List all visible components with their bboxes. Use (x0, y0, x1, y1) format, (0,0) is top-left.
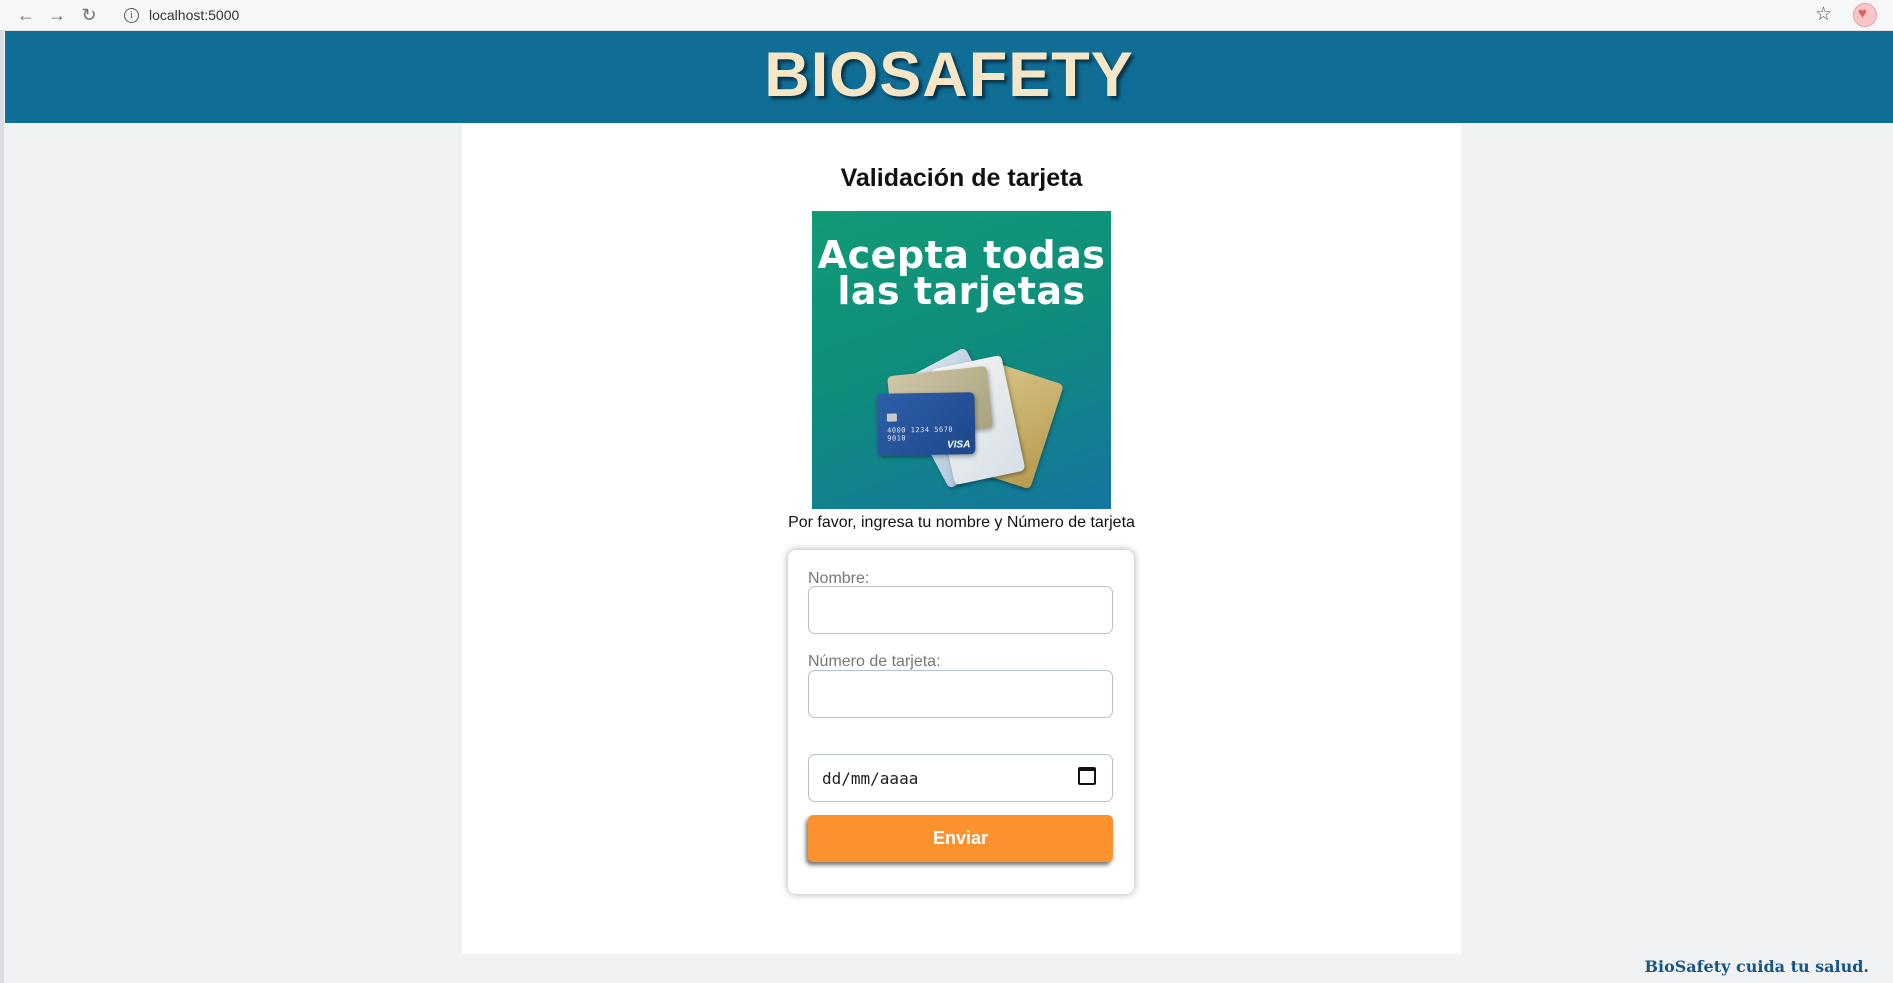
browser-toolbar: ← → ↻ i localhost:5000 ☆ (0, 0, 1893, 31)
promo-headline-line2: las tarjetas (837, 269, 1086, 313)
back-icon[interactable]: ← (16, 5, 36, 25)
promo-headline: Acepta todas las tarjetas (812, 233, 1111, 313)
card-number-input[interactable] (808, 670, 1113, 718)
card-validation-form: Nombre: Número de tarjeta: dd/mm/aaaa En… (788, 550, 1134, 894)
bookmark-star-icon[interactable]: ☆ (1815, 4, 1832, 26)
date-placeholder: dd/mm/aaaa (822, 769, 919, 788)
content-panel: Validación de tarjeta Acepta todas las t… (462, 124, 1461, 954)
site-title: BIOSAFETY (764, 40, 1134, 110)
reload-icon[interactable]: ↻ (79, 5, 99, 25)
profile-avatar[interactable] (1853, 3, 1877, 27)
card-number-label: Número de tarjeta: (808, 653, 941, 670)
site-header: BIOSAFETY (5, 31, 1893, 123)
card-chip-icon (886, 413, 897, 422)
date-input[interactable]: dd/mm/aaaa (808, 754, 1113, 802)
instructions-text: Por favor, ingresa tu nombre y Número de… (788, 514, 1135, 531)
visa-label: VISA (946, 439, 971, 451)
name-input[interactable] (808, 586, 1113, 634)
footer-slogan: BioSafety cuida tu salud. (1644, 957, 1869, 976)
promo-headline-line1: Acepta todas (817, 233, 1106, 277)
info-icon[interactable]: i (124, 7, 139, 23)
window-edge (0, 30, 4, 983)
url-text[interactable]: localhost:5000 (149, 7, 239, 23)
forward-icon[interactable]: → (47, 5, 67, 25)
address-bar[interactable]: i localhost:5000 (116, 3, 1861, 27)
promo-image: Acepta todas las tarjetas 4000 1234 5678… (812, 211, 1111, 509)
page-title: Validación de tarjeta (840, 164, 1083, 192)
submit-button[interactable]: Enviar (808, 815, 1113, 862)
visa-card-graphic: 4000 1234 5678 9010 VISA (876, 392, 976, 456)
calendar-icon[interactable] (1078, 767, 1096, 785)
